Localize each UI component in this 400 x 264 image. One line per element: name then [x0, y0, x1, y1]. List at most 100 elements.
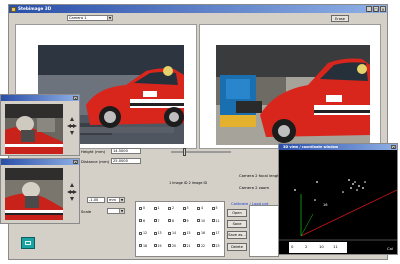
teal-tool-icon[interactable] [21, 237, 35, 249]
point-checkbox[interactable]: 18 [139, 244, 147, 248]
checkbox-icon[interactable] [182, 219, 186, 222]
checkbox-icon[interactable] [211, 206, 215, 210]
scale-select[interactable]: ▼ [107, 208, 125, 214]
point-checkbox[interactable]: 3 [182, 206, 189, 210]
point-checkbox-label: 0 [143, 206, 146, 210]
point-checkbox-label: 16 [201, 231, 206, 235]
distance-label: Distance (mm) [81, 159, 110, 164]
distance-field[interactable]: 25.0000 [111, 158, 141, 164]
chevron-down-icon: ▼ [119, 209, 124, 213]
point [352, 183, 354, 185]
right-camera-panel [199, 24, 381, 149]
checkbox-icon[interactable] [153, 206, 157, 210]
point-checkbox-label: 20 [172, 243, 177, 248]
erase-button[interactable]: Erase [331, 15, 349, 22]
checkbox-icon[interactable] [182, 206, 186, 210]
point-checkbox[interactable]: 13 [153, 231, 162, 235]
checkbox-icon[interactable] [139, 206, 142, 210]
point-checkbox[interactable]: 6 [139, 219, 145, 223]
height-label: Height (mm) [81, 149, 106, 154]
checkbox-icon[interactable] [139, 231, 142, 235]
close-button[interactable]: × [391, 144, 396, 149]
point-checkbox-label: 15 [186, 231, 191, 235]
point-checkbox[interactable]: 23 [211, 244, 220, 248]
checkbox-icon[interactable] [168, 206, 171, 210]
close-button[interactable]: × [73, 95, 78, 100]
right-camera-image[interactable] [216, 45, 370, 145]
point-label: 16 [323, 203, 328, 207]
point-checkbox-label: 6 [143, 218, 146, 223]
checkbox-icon[interactable] [197, 206, 200, 210]
delete-button[interactable]: Delete [227, 243, 247, 251]
point [314, 199, 316, 201]
point-checkbox[interactable]: 2 [168, 206, 174, 210]
save-as-button[interactable]: Save as... [227, 231, 247, 239]
point-checkbox-grid: 0 1 2 3 4 5 6 7 8 9 10 11 12 13 14 15 16 17 18 19 20 21 22 23 [135, 201, 225, 257]
save-button[interactable]: Save [227, 220, 247, 228]
checkbox-icon[interactable] [168, 219, 171, 222]
point-checkbox[interactable]: 4 [197, 206, 203, 210]
checkbox-icon[interactable] [197, 219, 200, 222]
close-button[interactable]: × [73, 159, 78, 164]
checkbox-icon[interactable] [168, 244, 171, 247]
thumb2-image[interactable] [5, 168, 63, 220]
point-checkbox[interactable]: 14 [168, 231, 176, 235]
checkbox-icon[interactable] [168, 231, 171, 235]
checkbox-icon[interactable] [211, 219, 215, 222]
point-checkbox[interactable]: 12 [139, 231, 147, 235]
main-titlebar[interactable]: Stebimage 3D _ □ × [9, 5, 387, 13]
point-checkbox[interactable]: 19 [153, 244, 162, 248]
point-checkbox[interactable]: 5 [211, 206, 218, 210]
point-checkbox[interactable]: 20 [168, 244, 176, 248]
checkbox-icon[interactable] [197, 231, 200, 235]
thumb1-titlebar[interactable]: × [1, 95, 79, 101]
maximize-button[interactable]: □ [373, 6, 379, 12]
point-checkbox[interactable]: 11 [211, 219, 220, 223]
point-checkbox[interactable]: 0 [139, 206, 145, 210]
close-button[interactable]: × [380, 6, 386, 12]
app-icon [11, 6, 16, 12]
offset-field[interactable]: -1.00 [87, 197, 105, 203]
point-cloud [294, 179, 366, 201]
thumb-window-2: × [0, 158, 80, 224]
point-checkbox[interactable]: 10 [197, 219, 205, 223]
3d-plot-canvas[interactable]: 16 [279, 150, 397, 254]
image-slider-track[interactable] [171, 151, 231, 153]
minimize-button[interactable]: _ [366, 6, 372, 12]
checkbox-icon[interactable] [197, 244, 200, 247]
unit-select[interactable]: mm ▼ [107, 197, 125, 203]
point-checkbox[interactable]: 16 [197, 231, 205, 235]
camera-select[interactable]: Camera 1 ▼ [67, 15, 113, 21]
navigation-cross-icon[interactable] [65, 179, 79, 209]
results-list[interactable] [249, 205, 279, 257]
checkbox-icon[interactable] [139, 244, 142, 247]
thumb2-titlebar[interactable]: × [1, 159, 79, 165]
checkbox-icon[interactable] [153, 219, 157, 222]
point-checkbox-label: 13 [157, 231, 162, 235]
3d-view-window: 3D view / coordinate window × 16 0 2 10 … [278, 143, 398, 255]
point-checkbox[interactable]: 9 [182, 219, 189, 223]
checkbox-icon[interactable] [153, 244, 157, 247]
checkbox-icon[interactable] [153, 231, 157, 235]
point-checkbox-label: 8 [172, 218, 175, 223]
checkbox-icon[interactable] [139, 219, 142, 222]
point-checkbox[interactable]: 22 [197, 244, 205, 248]
image-slider-thumb[interactable] [183, 148, 186, 156]
thumb1-image[interactable] [5, 104, 63, 154]
open-button[interactable]: Open [227, 209, 247, 217]
height-field[interactable]: 14.5000 [111, 148, 141, 154]
checkbox-icon[interactable] [182, 244, 186, 247]
point-checkbox[interactable]: 7 [153, 219, 160, 223]
checkbox-icon[interactable] [211, 231, 215, 235]
navigation-cross-icon[interactable] [65, 113, 79, 143]
point-checkbox[interactable]: 1 [153, 206, 160, 210]
scope-title: 3D view / coordinate window [283, 145, 339, 149]
checkbox-icon[interactable] [211, 244, 215, 247]
scope-corner-label: Cal [387, 246, 394, 251]
point-checkbox[interactable]: 15 [182, 231, 191, 235]
checkbox-icon[interactable] [182, 231, 186, 235]
point-checkbox-label: 4 [201, 206, 204, 210]
point-checkbox[interactable]: 8 [168, 219, 174, 223]
point-checkbox[interactable]: 21 [182, 244, 191, 248]
point-checkbox[interactable]: 17 [211, 231, 220, 235]
